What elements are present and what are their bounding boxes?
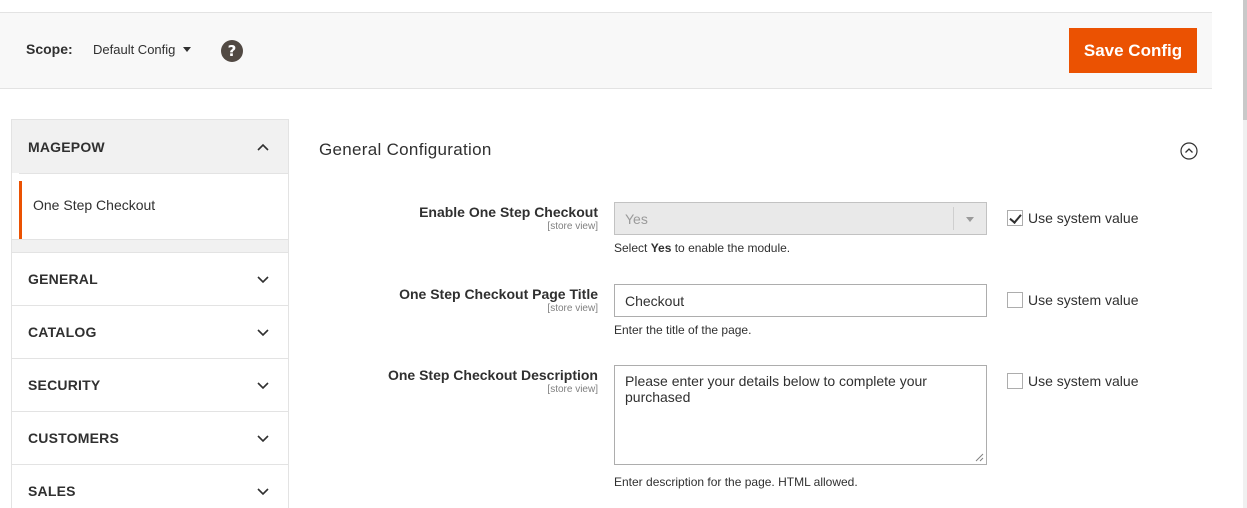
field-hint: Enter the title of the page. bbox=[614, 323, 752, 337]
use-system-value-checkbox[interactable]: Use system value bbox=[1007, 210, 1138, 226]
field-hint: Enter description for the page. HTML all… bbox=[614, 475, 858, 489]
scope-note: [store view] bbox=[547, 384, 598, 395]
sidebar-section-title: CUSTOMERS bbox=[28, 430, 119, 446]
use-system-value-checkbox[interactable]: Use system value bbox=[1007, 292, 1138, 308]
divider bbox=[953, 207, 954, 230]
enable-select[interactable]: Yes bbox=[614, 202, 987, 235]
divider bbox=[11, 239, 289, 252]
chevron-down-icon[interactable] bbox=[256, 486, 270, 496]
chevron-down-icon[interactable] bbox=[256, 433, 270, 443]
scope-bar: Scope: Default Config ? Save Config bbox=[0, 12, 1212, 89]
field-label-enable: Enable One Step Checkout bbox=[419, 204, 598, 220]
textarea-value[interactable]: Please enter your details below to compl… bbox=[625, 373, 970, 405]
chevron-down-icon[interactable] bbox=[256, 327, 270, 337]
sidebar-item-label[interactable]: One Step Checkout bbox=[33, 197, 155, 213]
sidebar-section-title: GENERAL bbox=[28, 271, 98, 287]
page-title-input[interactable]: Checkout bbox=[614, 284, 987, 317]
checkbox-unchecked-icon[interactable] bbox=[1007, 292, 1023, 308]
select-value: Yes bbox=[625, 211, 648, 227]
hint-bold-text: Yes bbox=[650, 241, 672, 255]
resize-grip-icon[interactable] bbox=[975, 453, 984, 462]
checkbox-label[interactable]: Use system value bbox=[1028, 210, 1138, 226]
hint-text: to enable the module. bbox=[671, 241, 791, 255]
active-indicator bbox=[19, 181, 22, 239]
sidebar-section-customers[interactable]: CUSTOMERS bbox=[11, 411, 289, 464]
checkbox-label[interactable]: Use system value bbox=[1028, 292, 1138, 308]
scope-note: [store view] bbox=[547, 303, 598, 314]
sidebar-item-one-step-checkout[interactable]: One Step Checkout bbox=[11, 173, 289, 239]
field-label-page-title: One Step Checkout Page Title bbox=[399, 286, 598, 302]
scope-note: [store view] bbox=[547, 221, 598, 232]
caret-down-icon[interactable] bbox=[183, 47, 192, 52]
sidebar-section-sales[interactable]: SALES bbox=[11, 464, 289, 508]
checkbox-label[interactable]: Use system value bbox=[1028, 373, 1138, 389]
sidebar-section-security[interactable]: SECURITY bbox=[11, 358, 289, 411]
checkbox-checked-icon[interactable] bbox=[1007, 210, 1023, 226]
field-label-description: One Step Checkout Description bbox=[387, 367, 598, 383]
caret-down-icon bbox=[966, 217, 974, 222]
input-value[interactable]: Checkout bbox=[625, 293, 684, 309]
question-circle-icon[interactable]: ? bbox=[221, 40, 243, 62]
sidebar-section-title: SALES bbox=[28, 483, 76, 499]
sidebar-section-general[interactable]: GENERAL bbox=[11, 252, 289, 305]
collapse-circle-icon[interactable] bbox=[1180, 142, 1198, 160]
scope-value[interactable]: Default Config bbox=[93, 42, 175, 57]
sidebar-section-title: SECURITY bbox=[28, 377, 101, 393]
sidebar-section-title: MAGEPOW bbox=[28, 138, 105, 155]
checkbox-unchecked-icon[interactable] bbox=[1007, 373, 1023, 389]
save-config-button[interactable]: Save Config bbox=[1069, 28, 1197, 73]
scope-switcher[interactable]: Default Config bbox=[93, 42, 192, 57]
sidebar-section-title: CATALOG bbox=[28, 324, 97, 340]
hint-text: Select bbox=[614, 241, 651, 255]
config-sidebar: MAGEPOW One Step Checkout GENERAL CATALO… bbox=[11, 119, 289, 508]
scrollbar-thumb[interactable] bbox=[1243, 0, 1247, 120]
field-hint: Select Yes to enable the module. bbox=[614, 241, 790, 255]
chevron-up-icon[interactable] bbox=[256, 142, 270, 152]
section-title[interactable]: General Configuration bbox=[319, 140, 492, 160]
scope-label: Scope: bbox=[26, 41, 73, 57]
divider bbox=[19, 173, 288, 174]
sidebar-section-magepow[interactable]: MAGEPOW bbox=[11, 119, 289, 173]
use-system-value-checkbox[interactable]: Use system value bbox=[1007, 373, 1138, 389]
chevron-down-icon[interactable] bbox=[256, 380, 270, 390]
chevron-down-icon[interactable] bbox=[256, 274, 270, 284]
sidebar-section-catalog[interactable]: CATALOG bbox=[11, 305, 289, 358]
description-textarea[interactable]: Please enter your details below to compl… bbox=[614, 365, 987, 465]
